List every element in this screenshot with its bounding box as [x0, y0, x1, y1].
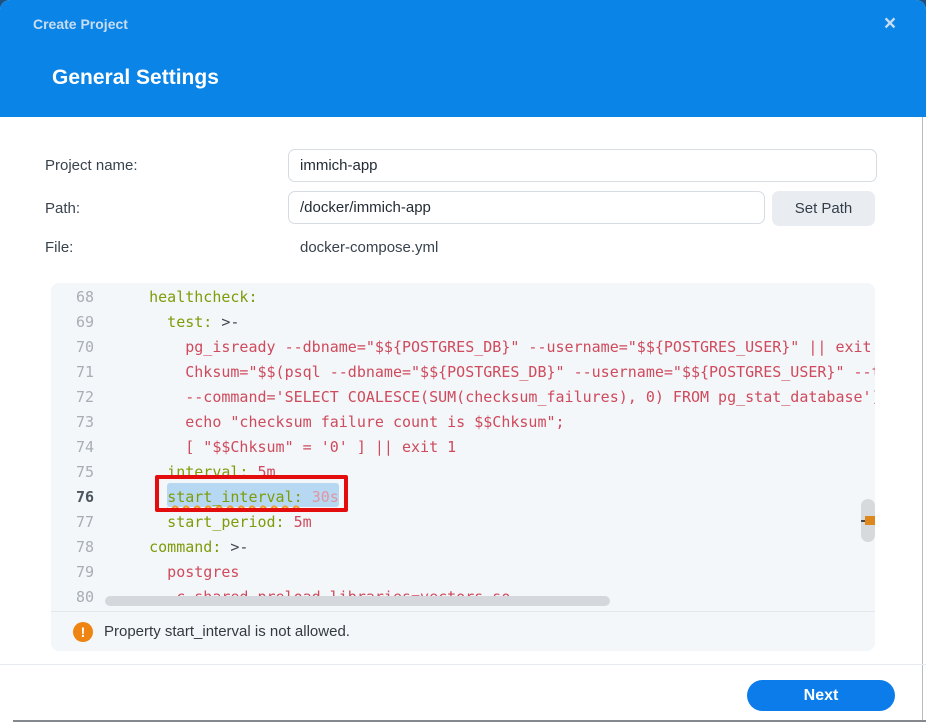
line-number: 69: [51, 310, 101, 335]
path-input[interactable]: [288, 191, 765, 224]
create-project-dialog: Create Project × General Settings Projec…: [0, 0, 926, 723]
line-number: 79: [51, 560, 101, 585]
line-number: 74: [51, 435, 101, 460]
line-number: 72: [51, 385, 101, 410]
code-line[interactable]: 73 echo "checksum failure count is $$Chk…: [51, 410, 875, 435]
file-value: docker-compose.yml: [300, 239, 438, 256]
code-line[interactable]: 79 postgres: [51, 560, 875, 585]
file-label: File:: [45, 239, 73, 256]
window-title: Create Project: [33, 16, 128, 32]
project-name-label: Project name:: [45, 157, 138, 174]
code-line[interactable]: 78 command: >-: [51, 535, 875, 560]
validation-message: Property start_interval is not allowed.: [104, 623, 350, 640]
page-title: General Settings: [52, 66, 219, 90]
code-text: --command='SELECT COALESCE(SUM(checksum_…: [101, 385, 875, 410]
code-text: command: >-: [101, 535, 875, 560]
code-lines[interactable]: 68 healthcheck:69 test: >-70 pg_isready …: [51, 285, 875, 610]
code-text: start_period: 5m: [101, 510, 875, 535]
code-text: echo "checksum failure count is $$Chksum…: [101, 410, 875, 435]
code-text: [ "$$Chksum" = '0' ] || exit 1: [101, 435, 875, 460]
code-line[interactable]: 72 --command='SELECT COALESCE(SUM(checks…: [51, 385, 875, 410]
dialog-bottom-edge: [13, 720, 926, 722]
close-icon[interactable]: ×: [876, 10, 904, 38]
code-line[interactable]: 69 test: >-: [51, 310, 875, 335]
line-number: 68: [51, 285, 101, 310]
code-line[interactable]: 68 healthcheck:: [51, 285, 875, 310]
yaml-editor[interactable]: 68 healthcheck:69 test: >-70 pg_isready …: [51, 283, 875, 651]
dialog-header: Create Project × General Settings: [0, 0, 926, 117]
validation-status-bar: ! Property start_interval is not allowed…: [51, 611, 875, 651]
path-label: Path:: [45, 200, 80, 217]
warning-icon: !: [73, 622, 93, 642]
code-text: postgres: [101, 560, 875, 585]
code-text: Chksum="$$(psql --dbname="$${POSTGRES_DB…: [101, 360, 875, 385]
code-line[interactable]: 77 start_period: 5m: [51, 510, 875, 535]
horizontal-scrollbar[interactable]: [105, 596, 610, 606]
dialog-right-edge: [922, 117, 923, 721]
line-number: 70: [51, 335, 101, 360]
code-area[interactable]: 68 healthcheck:69 test: >-70 pg_isready …: [51, 283, 875, 611]
line-number: 73: [51, 410, 101, 435]
line-number: 78: [51, 535, 101, 560]
code-text: healthcheck:: [101, 285, 875, 310]
line-number: 71: [51, 360, 101, 385]
line-number: 77: [51, 510, 101, 535]
code-text: pg_isready --dbname="$${POSTGRES_DB}" --…: [101, 335, 875, 360]
code-line[interactable]: 74 [ "$$Chksum" = '0' ] || exit 1: [51, 435, 875, 460]
screen: Create Project × General Settings Projec…: [0, 0, 926, 726]
scrollbar-error-marker: [865, 516, 875, 525]
code-text: test: >-: [101, 310, 875, 335]
line-number: 76: [51, 485, 101, 510]
line-number: 75: [51, 460, 101, 485]
set-path-button[interactable]: Set Path: [772, 191, 875, 226]
code-line[interactable]: 71 Chksum="$$(psql --dbname="$${POSTGRES…: [51, 360, 875, 385]
footer-divider: [0, 664, 926, 665]
code-line[interactable]: 70 pg_isready --dbname="$${POSTGRES_DB}"…: [51, 335, 875, 360]
line-number: 80: [51, 585, 101, 610]
next-button[interactable]: Next: [747, 680, 895, 711]
project-name-input[interactable]: [288, 149, 877, 182]
error-box-annotation: [155, 475, 348, 512]
